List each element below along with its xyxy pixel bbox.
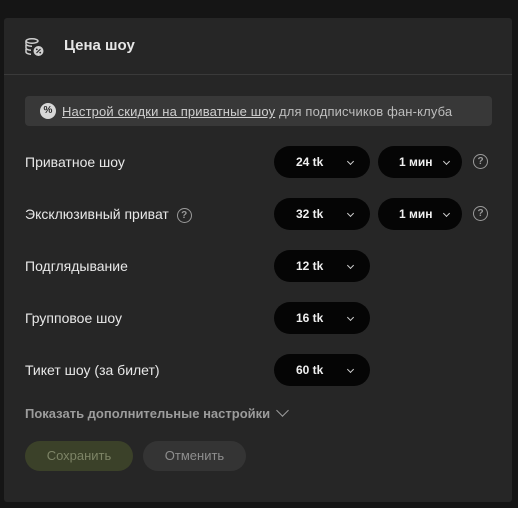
- chevron-down-icon: [442, 157, 451, 166]
- coins-discount-icon: [25, 38, 44, 56]
- panel-header: Цена шоу: [4, 18, 512, 75]
- chevron-down-icon: [442, 209, 451, 218]
- private-show-label: Приватное шоу: [25, 154, 125, 170]
- chevron-down-icon: [346, 365, 355, 374]
- panel-title: Цена шоу: [64, 37, 135, 54]
- cancel-button[interactable]: Отменить: [143, 441, 246, 471]
- banner-text: Настрой скидки на приватные шоу для подп…: [62, 104, 452, 119]
- group-show-label: Групповое шоу: [25, 310, 122, 326]
- help-icon[interactable]: ?: [473, 154, 488, 169]
- exclusive-private-price-select[interactable]: 32 tk: [274, 198, 370, 230]
- discount-settings-link[interactable]: Настрой скидки на приватные шоу: [62, 104, 275, 119]
- peeking-price-value: 12 tk: [296, 259, 324, 273]
- group-show-price-value: 16 tk: [296, 311, 324, 325]
- private-show-time-select[interactable]: 1 мин: [378, 146, 462, 178]
- exclusive-private-price-value: 32 tk: [296, 207, 324, 221]
- exclusive-private-label: Эксклюзивный приват ?: [25, 206, 192, 223]
- chevron-down-icon: [346, 261, 355, 270]
- ticket-show-price-select[interactable]: 60 tk: [274, 354, 370, 386]
- private-show-price-select[interactable]: 24 tk: [274, 146, 370, 178]
- private-show-time-value: 1 мин: [399, 155, 433, 169]
- help-icon[interactable]: ?: [176, 207, 192, 223]
- chevron-down-icon[interactable]: [276, 404, 289, 417]
- percent-icon: %: [40, 103, 56, 119]
- show-more-settings-link[interactable]: Показать дополнительные настройки: [25, 406, 270, 421]
- chevron-down-icon: [346, 313, 355, 322]
- peeking-label: Подглядывание: [25, 258, 128, 274]
- ticket-show-label: Тикет шоу (за билет): [25, 362, 160, 378]
- exclusive-private-time-value: 1 мин: [399, 207, 433, 221]
- chevron-down-icon: [346, 157, 355, 166]
- show-price-panel: Цена шоу % Настрой скидки на приватные ш…: [4, 18, 512, 502]
- ticket-show-price-value: 60 tk: [296, 363, 324, 377]
- peeking-price-select[interactable]: 12 tk: [274, 250, 370, 282]
- discount-banner: % Настрой скидки на приватные шоу для по…: [25, 96, 492, 126]
- exclusive-private-time-select[interactable]: 1 мин: [378, 198, 462, 230]
- help-icon[interactable]: ?: [473, 206, 488, 221]
- group-show-price-select[interactable]: 16 tk: [274, 302, 370, 334]
- exclusive-private-label-text: Эксклюзивный приват: [25, 206, 169, 222]
- chevron-down-icon: [346, 209, 355, 218]
- private-show-price-value: 24 tk: [296, 155, 324, 169]
- save-button[interactable]: Сохранить: [25, 441, 133, 471]
- banner-rest-text: для подписчиков фан-клуба: [275, 104, 453, 119]
